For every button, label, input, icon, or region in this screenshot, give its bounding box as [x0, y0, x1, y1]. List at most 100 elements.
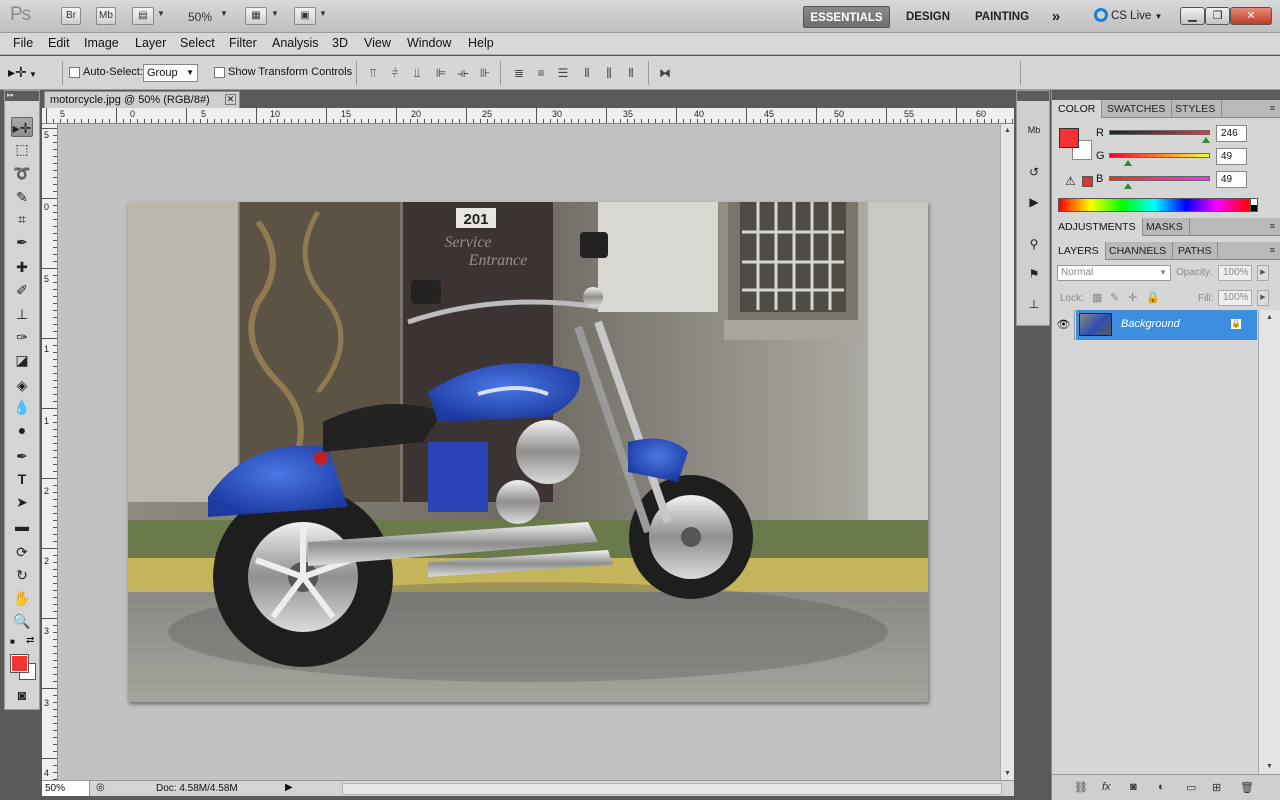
align-left-edges-icon[interactable]: ⊫	[434, 66, 448, 80]
arrange-documents-button[interactable]: ▦	[245, 7, 267, 25]
actions-icon[interactable]: ▶	[1025, 193, 1043, 211]
mini-bridge-icon[interactable]: Mb	[1025, 121, 1043, 139]
align-horizontal-centers-icon[interactable]: ⟛	[456, 66, 470, 80]
paint-bucket-tool-icon[interactable]: ◈	[11, 375, 33, 395]
vertical-scrollbar[interactable]: ▲ ▼	[1000, 124, 1014, 780]
red-slider-thumb[interactable]	[1202, 137, 1211, 143]
lock-position-icon[interactable]: ✛	[1128, 291, 1137, 304]
horizontal-ruler[interactable]: 5 0 5 10 15 20 25 30 35 40 45 50 55 60	[42, 108, 1014, 124]
rectangular-marquee-tool-icon[interactable]: ⬚	[11, 139, 33, 159]
pen-tool-icon[interactable]: ✒	[11, 446, 33, 466]
menu-image[interactable]: Image	[84, 36, 119, 50]
horizontal-scrollbar[interactable]	[342, 783, 1002, 795]
tab-paths[interactable]: PATHS	[1172, 242, 1219, 260]
layer-selected[interactable]: Background 🔒	[1076, 310, 1257, 340]
workspace-design[interactable]: DESIGN	[898, 6, 958, 28]
zoom-tool-icon[interactable]: 🔍	[11, 611, 33, 631]
document-tab[interactable]: motorcycle.jpg @ 50% (RGB/8#) ✕	[44, 91, 240, 109]
tab-swatches[interactable]: SWATCHES	[1101, 100, 1173, 118]
black-white-ramp[interactable]	[1250, 198, 1258, 212]
lock-transparent-pixels-icon[interactable]: ▦	[1092, 291, 1102, 304]
layers-scrollbar[interactable]: ▲ ▼	[1258, 310, 1280, 774]
menu-3d[interactable]: 3D	[332, 36, 348, 50]
rectangle-tool-icon[interactable]: ▬	[11, 516, 33, 536]
blur-tool-icon[interactable]: 💧	[11, 397, 33, 417]
layer-style-fx-icon[interactable]: fx	[1102, 781, 1111, 793]
scroll-down-icon[interactable]: ▼	[1004, 770, 1011, 777]
tool-preset-picker[interactable]: ▸✛ ▼	[8, 64, 37, 81]
type-tool-icon[interactable]: T	[11, 469, 33, 489]
tab-styles[interactable]: STYLES	[1169, 100, 1223, 118]
tab-layers[interactable]: LAYERS	[1052, 242, 1106, 260]
blue-slider-thumb[interactable]	[1124, 183, 1133, 189]
menu-select[interactable]: Select	[180, 36, 215, 50]
status-zoom-field[interactable]: 50%	[42, 781, 90, 796]
menu-view[interactable]: View	[364, 36, 391, 50]
distribute-top-edges-icon[interactable]: ≣	[512, 66, 526, 80]
workspace-essentials[interactable]: ESSENTIALS	[803, 6, 890, 28]
motorcycle-photo[interactable]: 201 Service Entrance	[128, 202, 928, 702]
clone-source-icon[interactable]: ⊥	[1025, 295, 1043, 313]
tab-masks[interactable]: MASKS	[1140, 218, 1190, 236]
align-right-edges-icon[interactable]: ⊪	[478, 66, 492, 80]
color-spectrum-bar[interactable]	[1058, 198, 1250, 212]
tab-adjustments[interactable]: ADJUSTMENTS	[1052, 218, 1143, 236]
blue-value-field[interactable]: 49	[1216, 171, 1247, 188]
tab-channels[interactable]: CHANNELS	[1103, 242, 1174, 260]
opacity-field[interactable]: 100%	[1218, 265, 1252, 281]
path-selection-tool-icon[interactable]: ➤	[11, 492, 33, 512]
distribute-horizontal-centers-icon[interactable]: ⫼	[602, 66, 616, 80]
tool-presets-icon[interactable]: ⚲	[1025, 235, 1043, 253]
close-document-icon[interactable]: ✕	[225, 94, 236, 105]
menu-layer[interactable]: Layer	[135, 36, 166, 50]
scroll-up-icon[interactable]: ▲	[1004, 127, 1011, 134]
add-layer-mask-icon[interactable]: ◙	[1130, 781, 1137, 793]
eyedropper-tool-icon[interactable]: ✒	[11, 232, 33, 252]
panel-menu-icon[interactable]: ≡	[1270, 221, 1275, 231]
red-slider[interactable]	[1109, 130, 1210, 135]
new-layer-icon[interactable]: ⊞	[1212, 781, 1221, 794]
tools-panel-collapse-icon[interactable]: ▸▸	[5, 91, 39, 101]
view-extras-button[interactable]: ▤	[132, 7, 154, 25]
dock-collapse-icon[interactable]	[1017, 91, 1049, 101]
layer-row[interactable]: 👁 Background 🔒	[1053, 310, 1280, 340]
lock-image-pixels-icon[interactable]: ✎	[1110, 291, 1119, 304]
eraser-tool-icon[interactable]: ◪	[11, 350, 33, 370]
blend-mode-select[interactable]: Normal ▼	[1057, 265, 1171, 281]
launch-mini-bridge-button[interactable]: Mb	[96, 7, 116, 25]
launch-bridge-button[interactable]: Br	[61, 7, 81, 25]
panels-collapse-icon[interactable]	[1052, 90, 1280, 100]
close-button[interactable]: ✕	[1230, 7, 1272, 25]
distribute-left-edges-icon[interactable]: ⦀	[580, 66, 594, 80]
arrange-dropdown-icon[interactable]: ▼	[271, 9, 279, 18]
status-menu-arrow-icon[interactable]: ▶	[285, 782, 293, 793]
menu-edit[interactable]: Edit	[48, 36, 70, 50]
fill-slider-arrow-icon[interactable]: ▶	[1257, 290, 1269, 306]
quick-selection-tool-icon[interactable]: ✎	[11, 187, 33, 207]
auto-select-target-select[interactable]: Group ▼	[143, 64, 198, 82]
green-slider-thumb[interactable]	[1124, 160, 1133, 166]
cs-live-button[interactable]: CS Live ▼	[1094, 8, 1162, 22]
menu-window[interactable]: Window	[407, 36, 451, 50]
status-info-icon[interactable]: ◎	[96, 782, 105, 793]
move-tool-icon[interactable]: ▸✛	[11, 117, 33, 137]
menu-analysis[interactable]: Analysis	[272, 36, 319, 50]
history-brush-tool-icon[interactable]: ✑	[11, 327, 33, 347]
tab-color[interactable]: COLOR	[1052, 100, 1103, 118]
red-value-field[interactable]: 246	[1216, 125, 1247, 142]
lasso-tool-icon[interactable]: ➰	[11, 163, 33, 183]
dodge-tool-icon[interactable]: ●	[11, 420, 33, 440]
green-value-field[interactable]: 49	[1216, 148, 1247, 165]
distribute-vertical-centers-icon[interactable]: ≡	[534, 66, 548, 80]
distribute-right-edges-icon[interactable]: ⫴	[624, 66, 638, 80]
panel-menu-icon[interactable]: ≡	[1270, 245, 1275, 255]
minimize-button[interactable]: ▁	[1180, 7, 1205, 25]
panel-menu-icon[interactable]: ≡	[1270, 103, 1275, 113]
default-colors-icon[interactable]: ■	[10, 637, 15, 646]
align-bottom-edges-icon[interactable]: ⫫	[410, 66, 424, 80]
brush-presets-icon[interactable]: ⚑	[1025, 265, 1043, 283]
hand-tool-icon[interactable]: ✋	[11, 588, 33, 608]
clone-stamp-tool-icon[interactable]: ⊥	[11, 304, 33, 324]
auto-align-layers-icon[interactable]: ⧓	[658, 66, 672, 80]
lock-all-icon[interactable]: 🔒	[1146, 291, 1160, 304]
